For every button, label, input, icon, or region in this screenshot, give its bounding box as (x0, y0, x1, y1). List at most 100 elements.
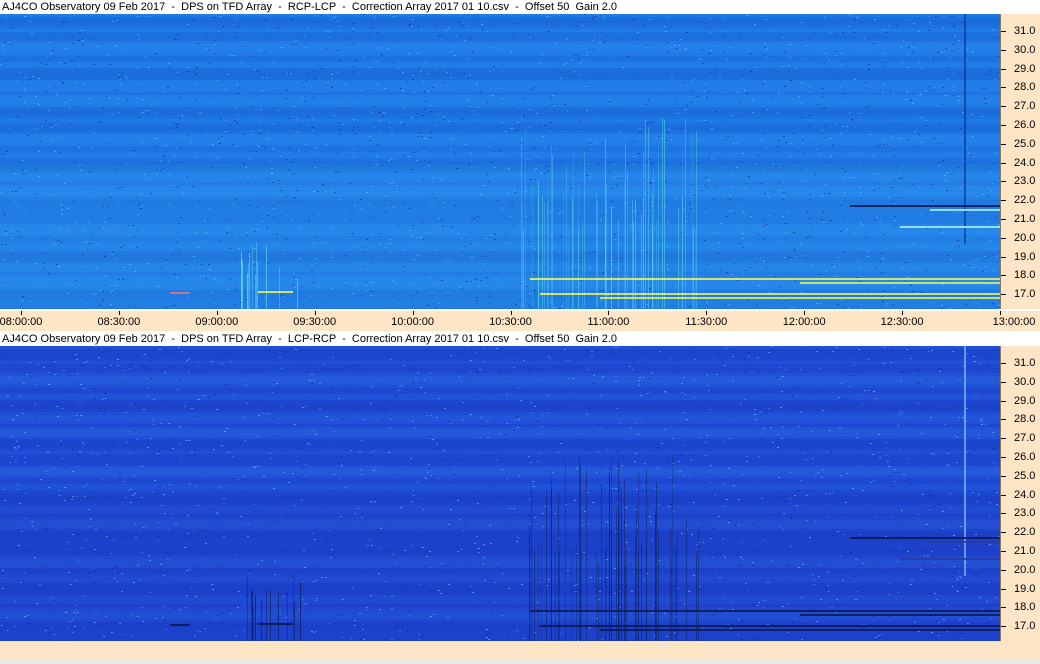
noise-speckle (829, 493, 831, 494)
noise-speckle (488, 296, 490, 297)
noise-speckle (459, 403, 461, 404)
noise-speckle (311, 383, 313, 384)
noise-speckle (788, 257, 790, 258)
noise-speckle (141, 355, 143, 356)
spectrogram-rcp-lcp[interactable] (0, 14, 1000, 309)
noise-speckle (958, 40, 960, 41)
noise-speckle (337, 21, 339, 22)
noise-speckle (893, 472, 895, 473)
noise-speckle (750, 216, 752, 217)
spectrogram-band (0, 143, 1000, 146)
noise-speckle (686, 221, 688, 222)
noise-speckle (802, 139, 804, 140)
noise-speckle (676, 99, 678, 100)
noise-speckle (707, 187, 709, 188)
noise-speckle (840, 205, 842, 206)
noise-speckle (392, 554, 394, 555)
noise-speckle (378, 47, 380, 48)
burst-streak (255, 275, 256, 309)
noise-speckle (429, 105, 431, 106)
noise-speckle (867, 290, 869, 291)
noise-speckle (800, 347, 802, 348)
noise-speckle (974, 361, 976, 362)
noise-speckle (748, 176, 750, 177)
noise-speckle (17, 484, 19, 485)
noise-speckle (679, 603, 681, 604)
noise-speckle (946, 486, 948, 487)
interference-line (900, 226, 1000, 228)
noise-speckle (856, 360, 858, 361)
noise-speckle (499, 150, 501, 151)
noise-speckle (532, 147, 534, 148)
noise-speckle (93, 570, 95, 571)
noise-speckle (843, 307, 845, 308)
noise-speckle (499, 497, 501, 498)
noise-speckle (711, 615, 713, 616)
noise-speckle (618, 423, 620, 424)
noise-speckle (330, 252, 332, 253)
noise-speckle (518, 419, 520, 420)
noise-speckle (676, 360, 678, 361)
noise-speckle (949, 57, 951, 58)
noise-speckle (390, 158, 392, 159)
noise-speckle (217, 454, 219, 455)
interference-line (540, 293, 1000, 295)
noise-speckle (694, 401, 696, 402)
noise-speckle (741, 79, 743, 80)
noise-speckle (850, 177, 852, 178)
noise-speckle (362, 201, 364, 202)
noise-speckle (868, 390, 870, 391)
noise-speckle (769, 639, 771, 640)
noise-speckle (959, 380, 961, 381)
noise-speckle (311, 631, 313, 632)
noise-speckle (467, 378, 469, 379)
noise-speckle (676, 198, 678, 199)
noise-speckle (123, 481, 125, 482)
noise-speckle (424, 379, 426, 380)
noise-speckle (273, 488, 275, 489)
noise-speckle (860, 223, 862, 224)
noise-speckle (296, 495, 298, 496)
noise-speckle (352, 233, 354, 234)
noise-speckle (630, 225, 632, 226)
noise-speckle (696, 544, 698, 545)
noise-speckle (294, 197, 296, 198)
noise-speckle (225, 89, 227, 90)
noise-speckle (531, 360, 533, 361)
noise-speckle (553, 109, 555, 110)
noise-speckle (709, 417, 711, 418)
noise-speckle (794, 281, 796, 282)
noise-speckle (411, 510, 413, 511)
noise-speckle (48, 42, 50, 43)
noise-speckle (218, 522, 220, 523)
noise-speckle (858, 379, 860, 380)
noise-speckle (823, 63, 825, 64)
noise-speckle (554, 307, 556, 308)
noise-speckle (995, 534, 997, 535)
noise-speckle (361, 474, 363, 475)
noise-speckle (826, 451, 828, 452)
noise-speckle (272, 62, 274, 63)
noise-speckle (506, 423, 508, 424)
noise-speckle (78, 40, 80, 41)
spectrogram-lcp-rcp[interactable] (0, 346, 1000, 641)
noise-speckle (428, 165, 430, 166)
noise-speckle (253, 466, 255, 467)
noise-speckle (832, 535, 834, 536)
noise-speckle (354, 60, 356, 61)
noise-speckle (896, 25, 898, 26)
noise-speckle (163, 606, 165, 607)
noise-speckle (411, 545, 413, 546)
noise-speckle (455, 26, 457, 27)
noise-speckle (104, 499, 106, 500)
noise-speckle (800, 480, 802, 481)
noise-speckle (564, 104, 566, 105)
noise-speckle (483, 544, 485, 545)
noise-speckle (994, 79, 996, 80)
noise-speckle (102, 291, 104, 292)
noise-speckle (309, 380, 311, 381)
noise-speckle (133, 582, 135, 583)
noise-speckle (419, 442, 421, 443)
noise-speckle (48, 235, 50, 236)
noise-speckle (402, 552, 404, 553)
